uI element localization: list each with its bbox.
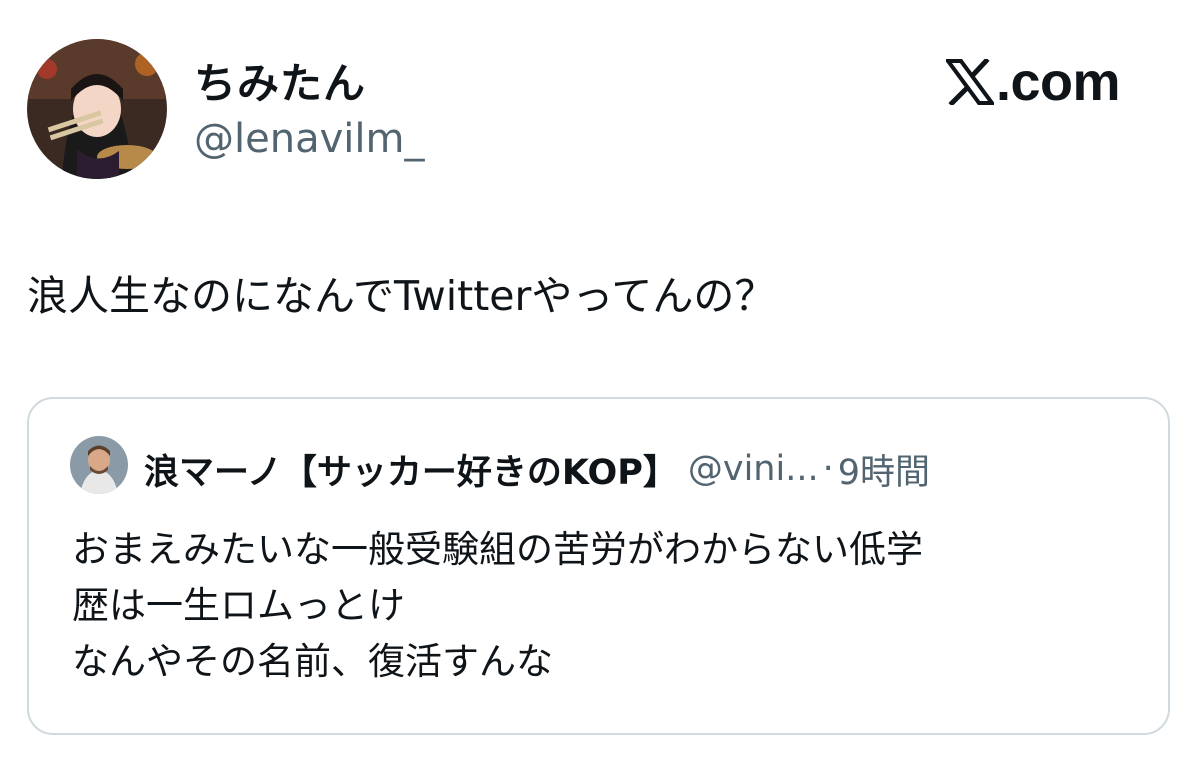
- brand-text: .com: [996, 52, 1121, 112]
- tweet-text: 浪人生なのになんでTwitterやってんの？: [27, 272, 776, 320]
- quoted-timestamp[interactable]: 9時間: [838, 444, 930, 495]
- quoted-handle[interactable]: @vini...: [688, 449, 819, 489]
- x-com-brand[interactable]: .com: [946, 52, 1121, 112]
- quoted-author-avatar[interactable]: [70, 436, 128, 494]
- quoted-display-name[interactable]: 浪マーノ【サッカー好きのKOP】: [144, 444, 678, 495]
- x-logo-icon: [946, 59, 994, 105]
- quoted-separator: ·: [822, 449, 834, 489]
- quoted-text-line: 歴は一生ロムっとけ: [72, 584, 405, 627]
- quoted-tweet-header: 浪マーノ【サッカー好きのKOP】 @vini... · 9時間: [144, 445, 930, 493]
- quoted-text-line: おまえみたいな一般受験組の苦労がわからない低学: [72, 528, 923, 571]
- quoted-tweet-card[interactable]: 浪マーノ【サッカー好きのKOP】 @vini... · 9時間 おまえみたいな一…: [27, 397, 1170, 735]
- quoted-text-line: なんやその名前、復活すんな: [72, 640, 553, 683]
- author-display-name[interactable]: ちみたん: [194, 50, 366, 111]
- user-avatar-photo-icon: [27, 39, 167, 179]
- author-avatar[interactable]: [27, 39, 167, 179]
- author-handle[interactable]: @lenavilm_: [194, 116, 424, 162]
- quoted-user-avatar-photo-icon: [70, 436, 128, 494]
- quoted-tweet-text: おまえみたいな一般受験組の苦労がわからない低学 歴は一生ロムっとけ なんやその名…: [72, 522, 923, 690]
- post-screenshot: ちみたん @lenavilm_ .com 浪人生なのになんでTwitterやって…: [0, 0, 1200, 760]
